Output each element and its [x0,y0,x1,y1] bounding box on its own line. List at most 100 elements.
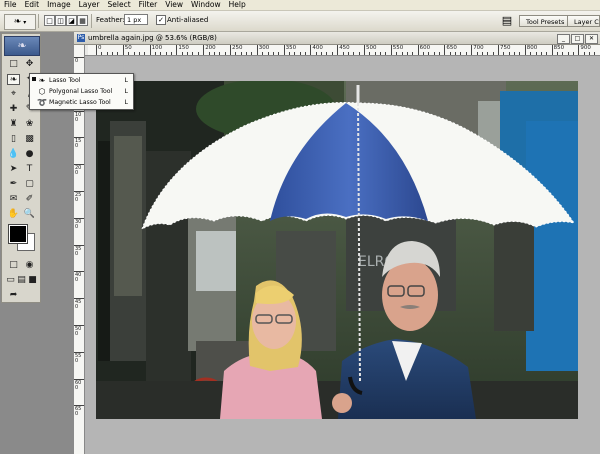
screen-mode-standard-icon[interactable]: ▭ [5,275,16,286]
ruler-minor-tick [594,52,596,55]
ruler-minor-tick [347,52,349,55]
type-tool-icon[interactable]: T [23,164,36,175]
intersect-selection-button[interactable]: ▦ [77,15,88,26]
ruler-minor-tick [519,52,521,55]
menu-help[interactable]: Help [225,0,250,10]
lasso-icon: ❧ [13,17,22,27]
menu-image[interactable]: Image [43,0,75,10]
screen-mode-full-icon[interactable]: ■ [27,275,38,286]
path-selection-tool-icon[interactable]: ➤ [7,164,20,175]
ruler-minor-tick [422,52,424,55]
ruler-label: 450 [75,299,82,311]
lasso-tool-icon[interactable]: ❧ [7,74,20,85]
palette-well-icon[interactable]: ▤ [500,14,514,28]
document-title: umbrella again.jpg @ 53.6% (RGB/8) [88,34,217,42]
menu-file[interactable]: File [0,0,21,10]
ruler-tick [524,45,526,55]
menu-layer[interactable]: Layer [75,0,104,10]
add-to-selection-button[interactable]: ◫ [55,15,66,26]
ruler-label: 150 [178,45,189,51]
ruler-minor-tick [154,52,156,55]
eraser-tool-icon[interactable]: ▯ [7,134,20,145]
ruler-label: 200 [75,165,82,177]
ruler-label: 700 [473,45,484,51]
quick-mask-mode-icon[interactable]: ◉ [23,260,36,271]
close-button[interactable]: ✕ [585,34,598,44]
flyout-item-polygonal-lasso[interactable]: ⬡ Polygonal Lasso Tool L [30,86,133,97]
ruler-label: 900 [580,45,591,51]
move-tool-icon[interactable]: ✥ [23,59,36,70]
blur-tool-icon[interactable]: 💧 [7,149,20,160]
ruler-minor-tick [117,52,119,55]
ruler-label: 400 [75,272,82,284]
ruler-minor-tick [546,52,548,55]
marquee-tool-icon[interactable]: □ [7,59,20,70]
tool-preset-picker[interactable]: ❧ ▾ [4,14,36,30]
ruler-minor-tick [235,52,237,55]
magnetic-lasso-icon: ➰ [37,98,47,107]
menu-select[interactable]: Select [104,0,135,10]
image-canvas[interactable]: ELRO [96,81,578,419]
ruler-tick [417,45,419,55]
ruler-minor-tick [192,52,194,55]
ruler-label: 0 [75,58,79,64]
dodge-tool-icon[interactable]: ● [23,149,36,160]
screen-mode-menubar-icon[interactable]: ▤ [16,275,27,286]
ruler-minor-tick [294,52,296,55]
maximize-button[interactable]: □ [571,34,584,44]
crop-tool-icon[interactable]: ⌖ [7,89,20,100]
ruler-minor-tick [583,52,585,55]
notes-tool-icon[interactable]: ✉ [7,194,20,205]
subtract-selection-button[interactable]: ◪ [66,15,77,26]
gradient-tool-icon[interactable]: ▩ [23,134,36,145]
clone-stamp-tool-icon[interactable]: ♜ [7,119,20,130]
history-brush-tool-icon[interactable]: ❀ [23,119,36,130]
jump-to-imageready-icon[interactable]: ➦ [7,290,20,301]
healing-brush-tool-icon[interactable]: ✚ [7,104,20,115]
ruler-tick [364,45,365,55]
tab-tool-presets[interactable]: Tool Presets [519,15,572,27]
ruler-minor-tick [455,52,457,55]
horizontal-ruler[interactable]: 0 50 100 150 200 250 300 350 400 450 500 550 600 650 7… [88,45,600,56]
anti-aliased-checkbox[interactable]: ✓ [156,15,166,25]
menu-filter[interactable]: Filter [135,0,162,10]
feather-logo-icon: ❧ [4,36,40,56]
ruler-minor-tick [138,52,140,55]
ruler-minor-tick [358,52,360,55]
ruler-minor-tick [171,52,173,55]
flyout-item-lasso[interactable]: ❧ Lasso Tool L [30,75,133,86]
menu-edit[interactable]: Edit [21,0,44,10]
options-bar: ❧ ▾ □ ◫ ◪ ▦ Feather: ✓ Anti-aliased ▤ To… [0,11,600,32]
ruler-tick [256,45,258,55]
flyout-item-shortcut: L [124,77,128,84]
ruler-minor-tick [353,52,355,55]
lasso-icon: ❧ [38,76,46,85]
standard-mode-icon[interactable]: □ [7,260,20,271]
flyout-item-label: Polygonal Lasso Tool [49,88,113,95]
new-selection-button[interactable]: □ [44,15,55,26]
document-title-bar[interactable]: Ps umbrella again.jpg @ 53.6% (RGB/8) _ … [74,32,600,45]
foreground-color-swatch[interactable] [8,224,28,244]
ruler-label: 550 [392,45,404,51]
ruler-minor-tick [465,52,467,55]
ruler-tick [444,45,446,55]
flyout-item-magnetic-lasso[interactable]: ➰ Magnetic Lasso Tool L [30,97,133,108]
menu-window[interactable]: Window [187,0,225,10]
ruler-minor-tick [530,52,532,55]
ruler-minor-tick [181,52,183,55]
ruler-minor-tick [439,52,441,55]
minimize-button[interactable]: _ [557,34,570,44]
ruler-label: 300 [258,45,270,51]
menu-view[interactable]: View [161,0,187,10]
shape-tool-icon[interactable]: ▢ [23,179,36,190]
pen-tool-icon[interactable]: ✒ [7,179,20,190]
zoom-tool-icon[interactable]: 🔍 [23,209,36,220]
eyedropper-tool-icon[interactable]: ✐ [23,194,36,205]
ruler-tick [337,45,339,55]
ruler-label: 500 [366,45,377,51]
ruler-minor-tick [487,52,489,55]
tab-layer-comps[interactable]: Layer Comps [567,15,600,27]
hand-tool-icon[interactable]: ✋ [7,209,20,220]
feather-input[interactable] [124,14,148,25]
ruler-minor-tick [165,52,167,55]
